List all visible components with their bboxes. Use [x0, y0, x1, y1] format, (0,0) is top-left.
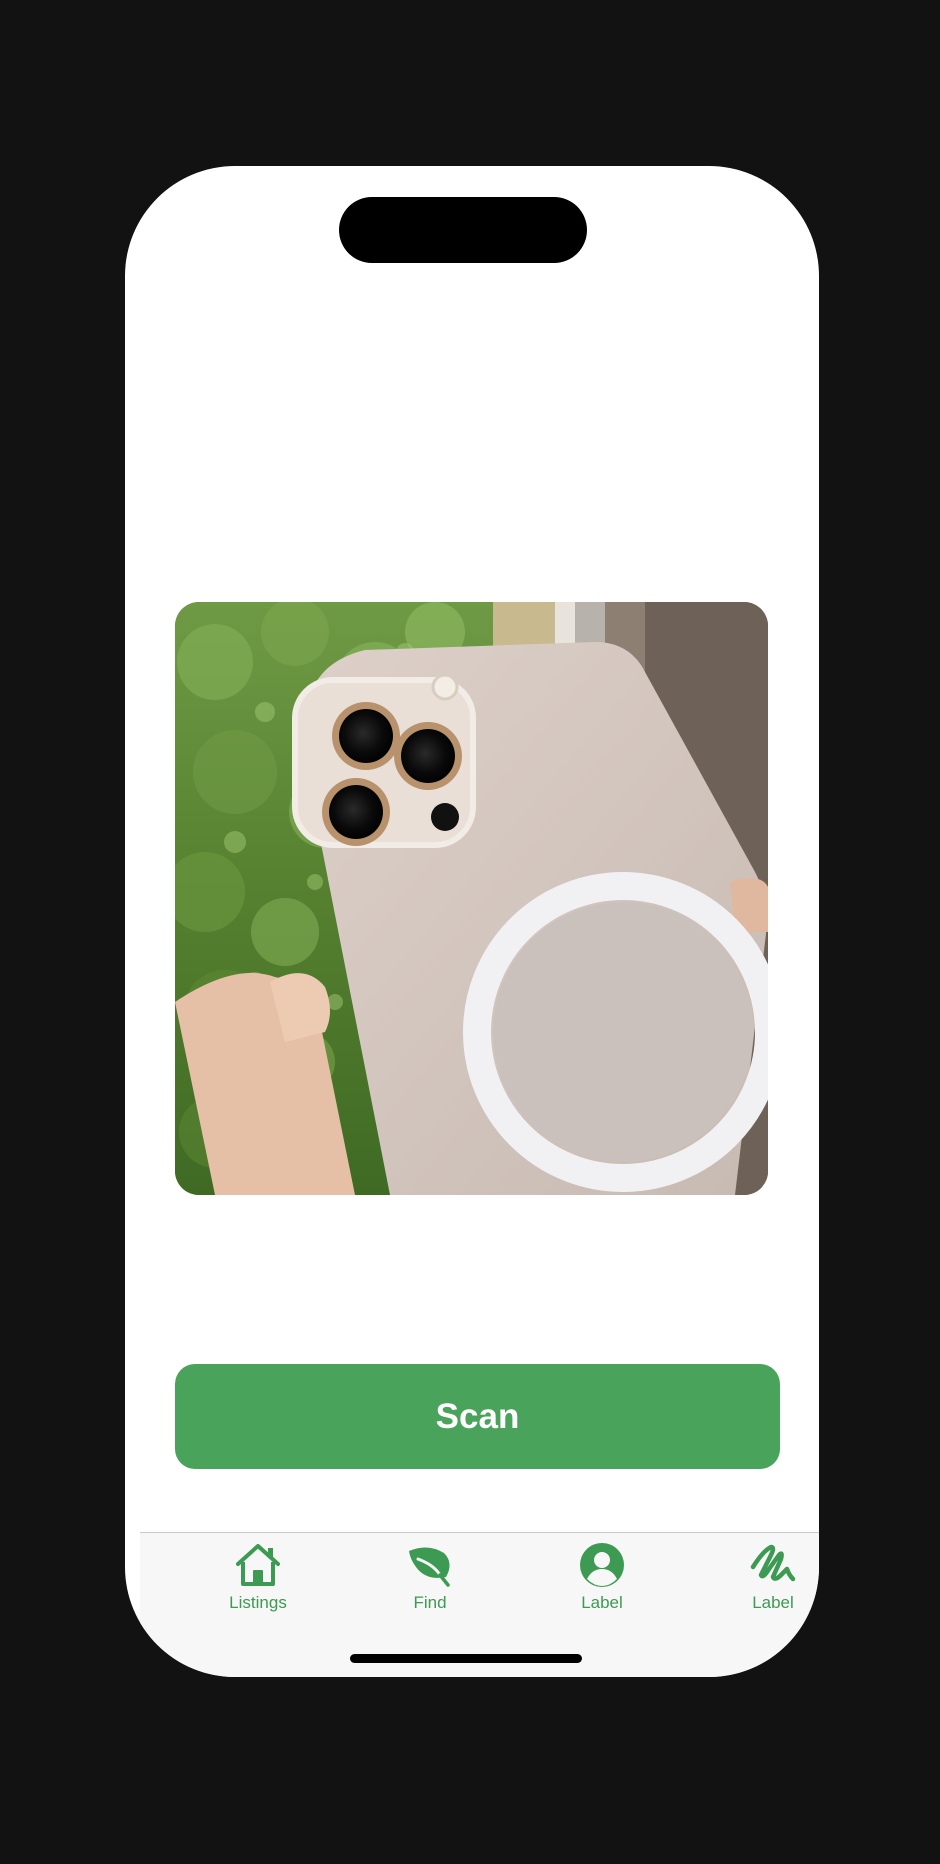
house-icon [234, 1541, 282, 1589]
home-indicator [350, 1654, 582, 1663]
tab-label-profile[interactable]: Label [542, 1541, 662, 1621]
phone-frame: Scan Listings Find Label Label [125, 166, 819, 1677]
tab-listings[interactable]: Listings [198, 1541, 318, 1621]
tab-label-scribble-label: Label [752, 1593, 794, 1612]
leaf-icon [406, 1541, 454, 1589]
scan-button[interactable]: Scan [175, 1364, 780, 1469]
product-photo [175, 602, 768, 1195]
tab-find-label: Find [413, 1593, 447, 1612]
dynamic-island [339, 197, 587, 263]
scribble-icon [749, 1541, 797, 1589]
tab-listings-label: Listings [229, 1593, 287, 1612]
person-circle-icon [578, 1541, 626, 1589]
tab-find[interactable]: Find [370, 1541, 490, 1621]
tab-label-scribble[interactable]: Label [713, 1541, 819, 1621]
tab-label-profile-label: Label [581, 1593, 623, 1612]
